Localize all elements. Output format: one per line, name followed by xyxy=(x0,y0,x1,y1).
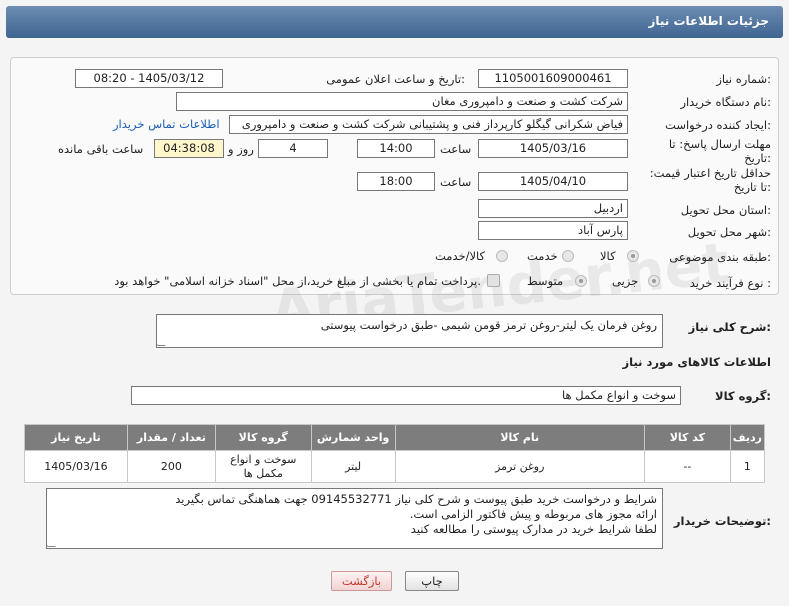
province-label: استان محل تحویل: xyxy=(680,203,771,217)
announce-datetime-label: تاریخ و ساعت اعلان عمومی: xyxy=(326,72,465,86)
price-validity-date-field: 1405/04/10 xyxy=(478,172,628,191)
buyer-org-field: شرکت کشت و صنعت و دامپروری مغان xyxy=(176,92,628,111)
summary-label: شرح کلی نیاز: xyxy=(688,320,771,334)
buyer-notes-textarea[interactable]: شرایط و درخواست خرید طبق پیوست و شرح کلی… xyxy=(46,488,663,549)
col-name: نام کالا xyxy=(394,424,645,451)
goods-group-label: گروه کالا: xyxy=(715,389,771,403)
col-code: کد کالا xyxy=(643,424,731,451)
table-row[interactable]: 1 -- روغن ترمز لیتر سوخت و انواع مکمل ها… xyxy=(24,450,766,483)
goods-table: ردیف کد کالا نام کالا واحد شمارش گروه کا… xyxy=(24,424,766,483)
buyer-contact-link[interactable]: اطلاعات تماس خریدار xyxy=(113,117,220,131)
col-group: گروه کالا xyxy=(214,424,312,451)
summary-text: روغن فرمان یک لیتر-روغن ترمز قومن شیمی -… xyxy=(320,318,657,332)
cell-row: 1 xyxy=(729,450,766,483)
cell-need-date: 1405/03/16 xyxy=(24,450,128,483)
cell-group: سوخت و انواع مکمل ها xyxy=(214,450,312,483)
need-number-label: شماره نیاز: xyxy=(716,72,771,86)
print-button[interactable]: چاپ xyxy=(405,571,459,591)
reply-deadline-date-field: 1405/03/16 xyxy=(478,139,628,158)
buyer-notes-line: لطفا شرایط خرید در مدارک پیوستی را مطالع… xyxy=(410,522,657,536)
category-option-service: خدمت xyxy=(527,249,558,263)
process-option-minor: جزیی xyxy=(612,274,639,288)
summary-textarea[interactable]: روغن فرمان یک لیتر-روغن ترمز قومن شیمی -… xyxy=(156,314,663,348)
category-radio-goods-service[interactable] xyxy=(496,250,508,262)
col-unit: واحد شمارش xyxy=(310,424,396,451)
process-option-medium: متوسط xyxy=(527,274,564,288)
requester-label: ایجاد کننده درخواست: xyxy=(665,118,771,132)
buyer-notes-label: توضیحات خریدار: xyxy=(673,514,771,528)
col-quantity: تعداد / مقدار xyxy=(126,424,216,451)
resize-grip-icon[interactable] xyxy=(47,539,56,547)
cell-quantity: 200 xyxy=(126,450,216,483)
price-validity-time-label: ساعت xyxy=(440,175,472,189)
category-radio-goods[interactable] xyxy=(627,250,639,262)
process-radio-minor[interactable] xyxy=(648,275,660,287)
category-option-goods: کالا xyxy=(600,249,616,263)
remaining-days-label: روز و xyxy=(228,142,254,156)
category-option-goods-service: کالا/خدمت xyxy=(435,249,486,263)
reply-deadline-label: مهلت ارسال پاسخ: تا تاریخ: xyxy=(668,137,771,165)
treasury-payment-checkbox[interactable] xyxy=(487,274,500,287)
col-row: ردیف xyxy=(729,424,766,451)
cell-unit: لیتر xyxy=(310,450,396,483)
city-field: پارس آباد xyxy=(478,221,628,240)
city-label: شهر محل تحویل: xyxy=(687,225,771,239)
remaining-time-field: 04:38:08 xyxy=(154,139,224,158)
buyer-org-label: نام دستگاه خریدار: xyxy=(680,95,771,109)
remaining-days-field: 4 xyxy=(258,139,328,158)
price-validity-label: حداقل تاریخ اعتبار قیمت: تا تاریخ: xyxy=(649,166,771,194)
process-radio-medium[interactable] xyxy=(575,275,587,287)
price-validity-time-field: 18:00 xyxy=(357,172,435,191)
buyer-notes-line: شرایط و درخواست خرید طبق پیوست و شرح کلی… xyxy=(175,492,657,506)
back-button[interactable]: بازگشت xyxy=(331,571,392,591)
cell-code: -- xyxy=(643,450,731,483)
announce-datetime-field: 1405/03/12 - 08:20 xyxy=(75,69,223,88)
cell-name: روغن ترمز xyxy=(394,450,645,483)
requester-field: فیاض شکرانی گیگلو کارپرداز فنی و پشتیبان… xyxy=(229,115,628,134)
reply-deadline-time-label: ساعت xyxy=(440,142,472,156)
buyer-notes-line: ارائه مجوز های مربوطه و پیش فاکتور الزام… xyxy=(409,507,657,521)
page-header: جزئیات اطلاعات نیاز xyxy=(6,6,783,38)
reply-deadline-time-field: 14:00 xyxy=(357,139,435,158)
treasury-payment-note: پرداخت تمام یا بخشی از مبلغ خرید،از محل … xyxy=(114,274,481,288)
goods-group-field: سوخت و انواع مکمل ها xyxy=(131,386,681,405)
remaining-time-label: ساعت باقی مانده xyxy=(58,142,144,156)
col-need-date: تاریخ نیاز xyxy=(24,424,128,451)
goods-section-title: اطلاعات کالاهای مورد نیاز xyxy=(622,355,771,369)
category-radio-service[interactable] xyxy=(562,250,574,262)
province-field: اردبیل xyxy=(478,199,628,218)
goods-table-header: ردیف کد کالا نام کالا واحد شمارش گروه کا… xyxy=(24,424,766,451)
resize-grip-icon[interactable] xyxy=(157,338,166,346)
category-label: طبقه بندی موضوعی: xyxy=(669,250,771,264)
need-number-field: 1105001609000461 xyxy=(478,69,628,88)
purchase-process-label: نوع فرآیند خرید : xyxy=(689,276,771,290)
page-title: جزئیات اطلاعات نیاز xyxy=(648,14,769,28)
